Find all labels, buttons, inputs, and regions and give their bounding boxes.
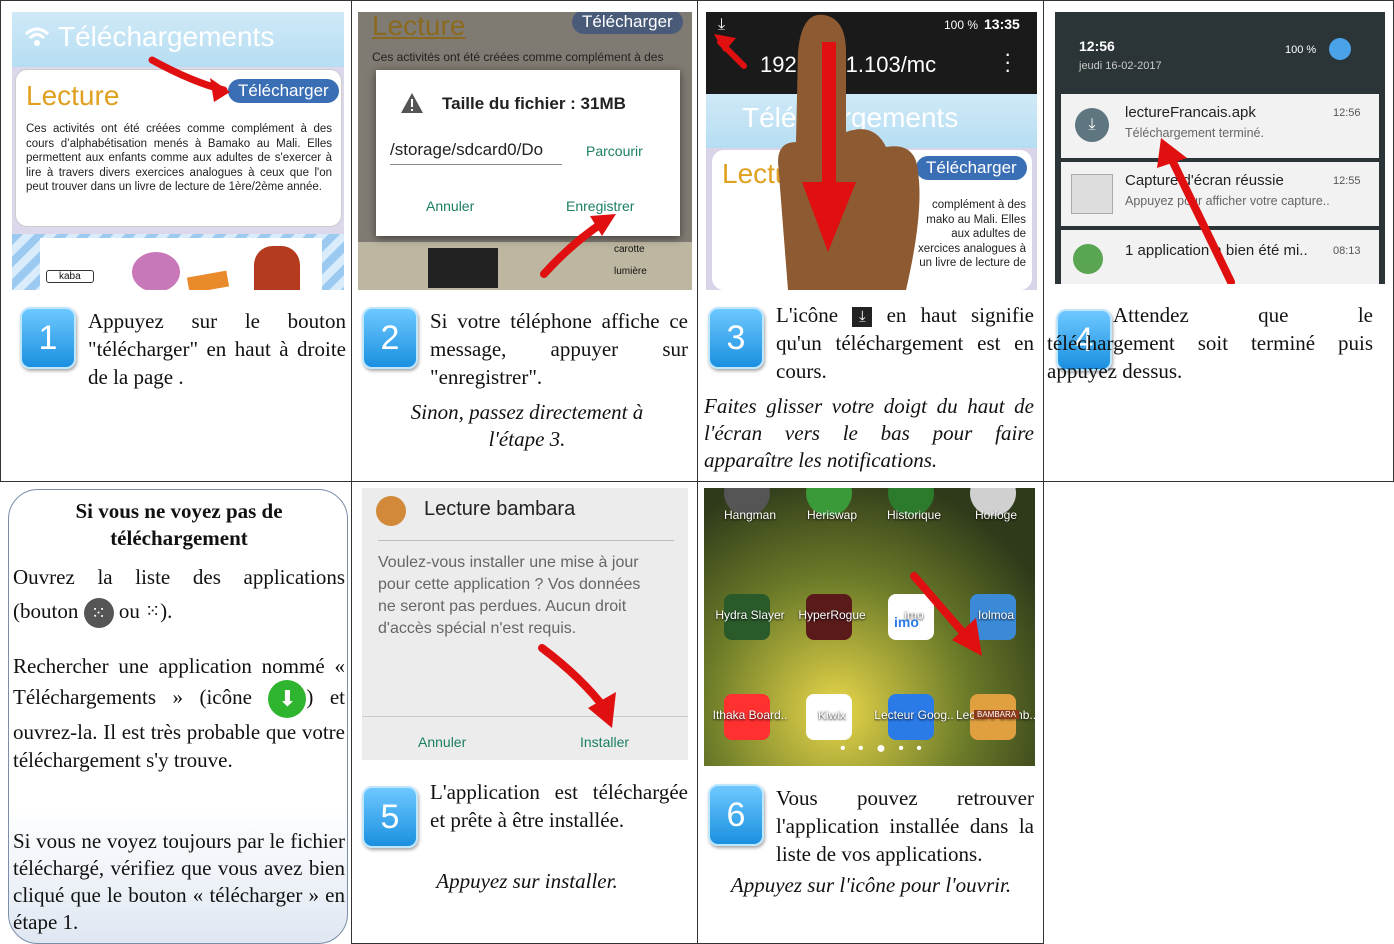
bg-download-button: Télécharger — [572, 12, 683, 34]
download-button[interactable]: Télécharger — [228, 79, 339, 103]
app-label-1-1: HyperRogue — [798, 608, 866, 622]
step3-screenshot: ⤓ 100 % 13:35 192.168.1.103/mc · · · Téléc… — [706, 12, 1037, 290]
step3-description: L'icône ⤓ en haut signifie qu'un télécha… — [776, 303, 1034, 383]
card-title: Lecture — [26, 80, 120, 111]
card-title: Lecture — [722, 158, 816, 189]
app-label-2-2: Lecteur Goog.. — [874, 708, 954, 722]
status-time: 13:35 — [984, 16, 1020, 32]
step4-description: Attendez que le téléchargement soit term… — [1047, 303, 1373, 383]
app-label-0-0: Hangman — [723, 508, 777, 522]
step-number-2: 2 — [362, 307, 418, 369]
cancel-button[interactable]: Annuler — [426, 198, 474, 214]
tip-title: Si vous ne voyez pas de téléchargement — [75, 499, 283, 550]
step5-cell: Lecture bambara Voulez-vous installer un… — [351, 481, 698, 944]
step-number-1: 1 — [20, 307, 76, 369]
notif-time: 12:56 — [1079, 38, 1115, 54]
dialog-title: Taille du fichier : 31MB — [442, 94, 626, 113]
step5-description: L'application est téléchargée et prête à… — [430, 780, 688, 832]
step5-note: Appuyez sur installer. — [436, 869, 618, 893]
notification-download[interactable]: ⤓ lectureFrancais.apk 12:56 Téléchargeme… — [1061, 94, 1379, 158]
step1-cell: Téléchargements Lecture Télécharger Ces … — [0, 0, 352, 482]
step2-note: Sinon, passez directement à l'étape 3. — [410, 400, 644, 451]
notification-screenshot[interactable]: Capture d'écran réussie 12:55 Appuyez po… — [1061, 162, 1379, 226]
apps-grid-icon: ⁙ — [145, 601, 161, 621]
app-label-0-3: Horloge — [974, 508, 1018, 522]
notification-app[interactable]: 1 application a bien été mi.. 08:13 — [1061, 230, 1379, 284]
page-indicator: • • ● • • — [840, 740, 926, 757]
app-label-1-0: Hydra Slayer — [715, 608, 785, 622]
apps-grid-icon-round: ⁙ — [83, 598, 114, 629]
download-status-icon: ⤓ — [718, 16, 726, 33]
app-icon — [1073, 244, 1103, 274]
bg-text: Ces activités ont été créées comme compl… — [372, 50, 664, 64]
bg-title: Lecture — [372, 12, 466, 41]
step-number-3: 3 — [708, 307, 764, 369]
tip-paragraph-3: Si vous ne voyez toujours par le fichier… — [13, 829, 345, 934]
image-label: kaba — [46, 270, 94, 283]
step6-description: Vous pouvez retrouver l'application inst… — [776, 786, 1034, 866]
step3-note: Faites glisser votre doigt du haut de l'… — [704, 394, 1034, 472]
app-title: Téléchargements — [742, 102, 959, 133]
card-text: complément à des mako au Mali. Elles aux… — [917, 199, 1026, 269]
step2-description: Si votre téléphone affiche ce message, a… — [430, 309, 688, 389]
battery-text: 100 % — [944, 18, 979, 32]
save-dialog: Taille du fichier : 31MB /storage/sdcard… — [376, 70, 680, 236]
tip-cell: Si vous ne voyez pas de téléchargement O… — [0, 481, 352, 944]
step6-note: Appuyez sur l'icône pour l'ouvrir. — [730, 873, 1012, 897]
browse-button[interactable]: Parcourir — [586, 143, 643, 159]
card-text: Ces activités ont été créées comme compl… — [26, 123, 332, 193]
app-label-2-1: Kiwix — [817, 708, 846, 722]
word-carotte: carotte — [614, 244, 645, 255]
download-icon: ⤓ — [1075, 108, 1109, 142]
downloads-app-icon: ⬇ — [268, 680, 307, 718]
imo-icon-text: imo — [894, 614, 919, 630]
warning-icon — [400, 92, 424, 119]
download-icon: ⤓ — [852, 307, 873, 328]
step6-cell: Hangman Heriswap Historique Horloge Hydra Sl… — [697, 481, 1044, 944]
app-label-1-3: Iolmoa — [977, 608, 1015, 622]
step5-screenshot: Lecture bambara Voulez-vous installer un… — [362, 488, 688, 760]
app-label-2-0: Ithaka Board.. — [712, 708, 788, 722]
step-number-5: 5 — [362, 786, 418, 848]
word-lumiere: lumière — [614, 266, 647, 277]
empty-cell — [1043, 481, 1394, 944]
download-button[interactable]: Télécharger — [916, 156, 1027, 180]
step1-screenshot: Téléchargements Lecture Télécharger Ces … — [12, 12, 344, 290]
bambara-badge: BAMBARA — [974, 710, 1020, 719]
battery-text: 100 % — [1285, 44, 1317, 56]
step4-cell: 12:56 jeudi 16-02-2017 100 % ⤓ lectureFr… — [1043, 0, 1394, 482]
save-button[interactable]: Enregistrer — [566, 198, 634, 214]
step1-description: Appuyez sur le bouton "télécharger" en h… — [88, 309, 346, 389]
tip-box: Si vous ne voyez pas de téléchargement O… — [8, 489, 348, 944]
step2-screenshot: Lecture Télécharger Ces activités ont ét… — [358, 12, 692, 290]
wifi-icon — [24, 24, 50, 50]
app-label-0-2: Historique — [886, 508, 942, 522]
url-field[interactable]: 192.168.1.103/mc — [760, 52, 936, 78]
step6-screenshot: Hangman Heriswap Historique Horloge Hydra Sl… — [704, 488, 1035, 766]
step2-cell: Lecture Télécharger Ces activités ont ét… — [351, 0, 698, 482]
account-icon[interactable] — [1329, 38, 1351, 60]
notif-date: jeudi 16-02-2017 — [1079, 60, 1162, 72]
thumbnail-icon — [1071, 174, 1113, 214]
app-avatar-icon — [376, 496, 406, 526]
install-message: Voulez-vous installer une mise à jour po… — [378, 554, 641, 637]
path-field[interactable]: /storage/sdcard0/Do — [390, 140, 562, 165]
step-number-6: 6 — [708, 784, 764, 846]
step3-cell: ⤓ 100 % 13:35 192.168.1.103/mc · · · Téléc… — [697, 0, 1044, 482]
step4-screenshot: 12:56 jeudi 16-02-2017 100 % ⤓ lectureFr… — [1055, 12, 1385, 284]
cancel-button[interactable]: Annuler — [418, 734, 466, 750]
app-label-0-1: Heriswap — [806, 508, 857, 522]
install-app-name: Lecture bambara — [424, 498, 576, 520]
app-title: Téléchargements — [58, 21, 275, 52]
menu-icon[interactable]: · · · — [1004, 43, 1011, 81]
install-button[interactable]: Installer — [580, 734, 629, 750]
